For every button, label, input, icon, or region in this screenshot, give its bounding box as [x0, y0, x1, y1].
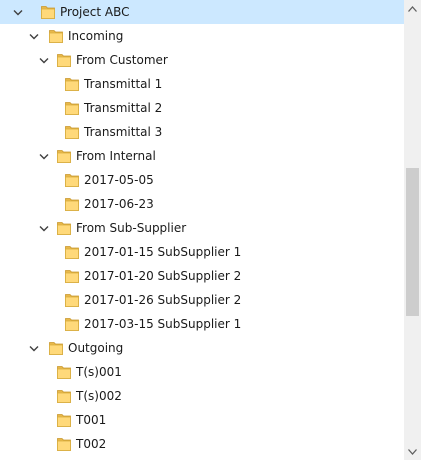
folder-icon-wrap — [56, 436, 72, 452]
folder-icon — [57, 414, 71, 427]
expand-toggle[interactable] — [38, 150, 50, 162]
folder-icon-wrap — [64, 316, 80, 332]
tree-item-label: T001 — [76, 413, 107, 427]
folder-icon — [57, 150, 71, 163]
folder-icon-wrap — [64, 76, 80, 92]
folder-icon-wrap — [56, 148, 72, 164]
tree-item-2017-06-23[interactable]: 2017-06-23 — [0, 192, 404, 216]
folder-icon-wrap — [56, 388, 72, 404]
folder-icon — [49, 30, 63, 43]
folder-icon-wrap — [40, 4, 56, 20]
scroll-down-button[interactable] — [404, 443, 421, 460]
folder-icon — [57, 54, 71, 67]
vertical-scrollbar[interactable] — [404, 0, 421, 460]
tree-item-transmittal-3[interactable]: Transmittal 3 — [0, 120, 404, 144]
folder-tree: Project ABC Incoming From Customer Transmit… — [0, 0, 404, 460]
chevron-down-icon — [29, 33, 39, 39]
tree-item-label: T002 — [76, 437, 107, 451]
folder-icon-wrap — [64, 268, 80, 284]
tree-item-label: Project ABC — [60, 5, 130, 19]
tree-item-from-internal[interactable]: From Internal — [0, 144, 404, 168]
tree-item-label: From Internal — [76, 149, 156, 163]
tree-item-transmittal-2[interactable]: Transmittal 2 — [0, 96, 404, 120]
folder-icon — [49, 342, 63, 355]
tree-item-2017-01-26-subsupplier-2[interactable]: 2017-01-26 SubSupplier 2 — [0, 288, 404, 312]
tree-item-label: 2017-06-23 — [84, 197, 154, 211]
arrow-up-icon — [408, 5, 417, 12]
tree-item-label: 2017-05-05 — [84, 173, 154, 187]
folder-icon — [41, 6, 55, 19]
tree-item-label: 2017-03-15 SubSupplier 1 — [84, 317, 242, 331]
folder-icon — [65, 102, 79, 115]
tree-item-from-customer[interactable]: From Customer — [0, 48, 404, 72]
tree-item-project-abc[interactable]: Project ABC — [0, 0, 404, 24]
tree-item-label: From Sub-Supplier — [76, 221, 187, 235]
tree-item-label: Incoming — [68, 29, 124, 43]
tree-item-t001[interactable]: T001 — [0, 408, 404, 432]
expand-toggle[interactable] — [38, 54, 50, 66]
folder-icon-wrap — [48, 340, 64, 356]
folder-icon-wrap — [64, 172, 80, 188]
folder-icon-wrap — [56, 52, 72, 68]
folder-icon — [57, 438, 71, 451]
folder-icon — [65, 246, 79, 259]
expand-toggle[interactable] — [28, 342, 40, 354]
tree-item-2017-01-20-subsupplier-2[interactable]: 2017-01-20 SubSupplier 2 — [0, 264, 404, 288]
tree-item-ts002[interactable]: T(s)002 — [0, 384, 404, 408]
tree-item-label: Transmittal 2 — [84, 101, 163, 115]
tree-item-label: 2017-01-20 SubSupplier 2 — [84, 269, 242, 283]
folder-icon-wrap — [64, 244, 80, 260]
folder-icon-wrap — [64, 124, 80, 140]
chevron-down-icon — [29, 345, 39, 351]
folder-icon-wrap — [56, 220, 72, 236]
tree-item-label: Transmittal 3 — [84, 125, 163, 139]
folder-icon — [57, 366, 71, 379]
folder-icon-wrap — [64, 100, 80, 116]
folder-icon — [57, 390, 71, 403]
tree-item-incoming[interactable]: Incoming — [0, 24, 404, 48]
tree-item-label: Transmittal 1 — [84, 77, 163, 91]
expand-toggle[interactable] — [12, 6, 24, 18]
chevron-down-icon — [39, 57, 49, 63]
chevron-down-icon — [13, 9, 23, 15]
folder-icon — [65, 78, 79, 91]
scroll-up-button[interactable] — [404, 0, 421, 17]
arrow-down-icon — [408, 448, 417, 455]
tree-item-ts001[interactable]: T(s)001 — [0, 360, 404, 384]
scrollbar-thumb[interactable] — [406, 168, 419, 316]
folder-icon-wrap — [48, 28, 64, 44]
tree-item-label: T(s)002 — [76, 389, 122, 403]
tree-item-transmittal-1[interactable]: Transmittal 1 — [0, 72, 404, 96]
folder-icon-wrap — [56, 412, 72, 428]
tree-item-2017-01-15-subsupplier-1[interactable]: 2017-01-15 SubSupplier 1 — [0, 240, 404, 264]
tree-item-label: Outgoing — [68, 341, 124, 355]
tree-item-2017-05-05[interactable]: 2017-05-05 — [0, 168, 404, 192]
folder-icon — [65, 198, 79, 211]
expand-toggle[interactable] — [28, 30, 40, 42]
tree-item-label: 2017-01-26 SubSupplier 2 — [84, 293, 242, 307]
tree-item-label: From Customer — [76, 53, 168, 67]
folder-icon-wrap — [64, 292, 80, 308]
folder-icon — [65, 126, 79, 139]
folder-icon-wrap — [56, 364, 72, 380]
chevron-down-icon — [39, 153, 49, 159]
tree-item-label: 2017-01-15 SubSupplier 1 — [84, 245, 242, 259]
chevron-down-icon — [39, 225, 49, 231]
tree-item-from-sub-supplier[interactable]: From Sub-Supplier — [0, 216, 404, 240]
tree-item-outgoing[interactable]: Outgoing — [0, 336, 404, 360]
expand-toggle[interactable] — [38, 222, 50, 234]
folder-icon — [65, 318, 79, 331]
folder-icon — [57, 222, 71, 235]
tree-item-2017-03-15-subsupplier-1[interactable]: 2017-03-15 SubSupplier 1 — [0, 312, 404, 336]
folder-icon — [65, 270, 79, 283]
tree-item-label: T(s)001 — [76, 365, 122, 379]
folder-icon — [65, 174, 79, 187]
tree-item-t002[interactable]: T002 — [0, 432, 404, 456]
folder-icon — [65, 294, 79, 307]
folder-icon-wrap — [64, 196, 80, 212]
